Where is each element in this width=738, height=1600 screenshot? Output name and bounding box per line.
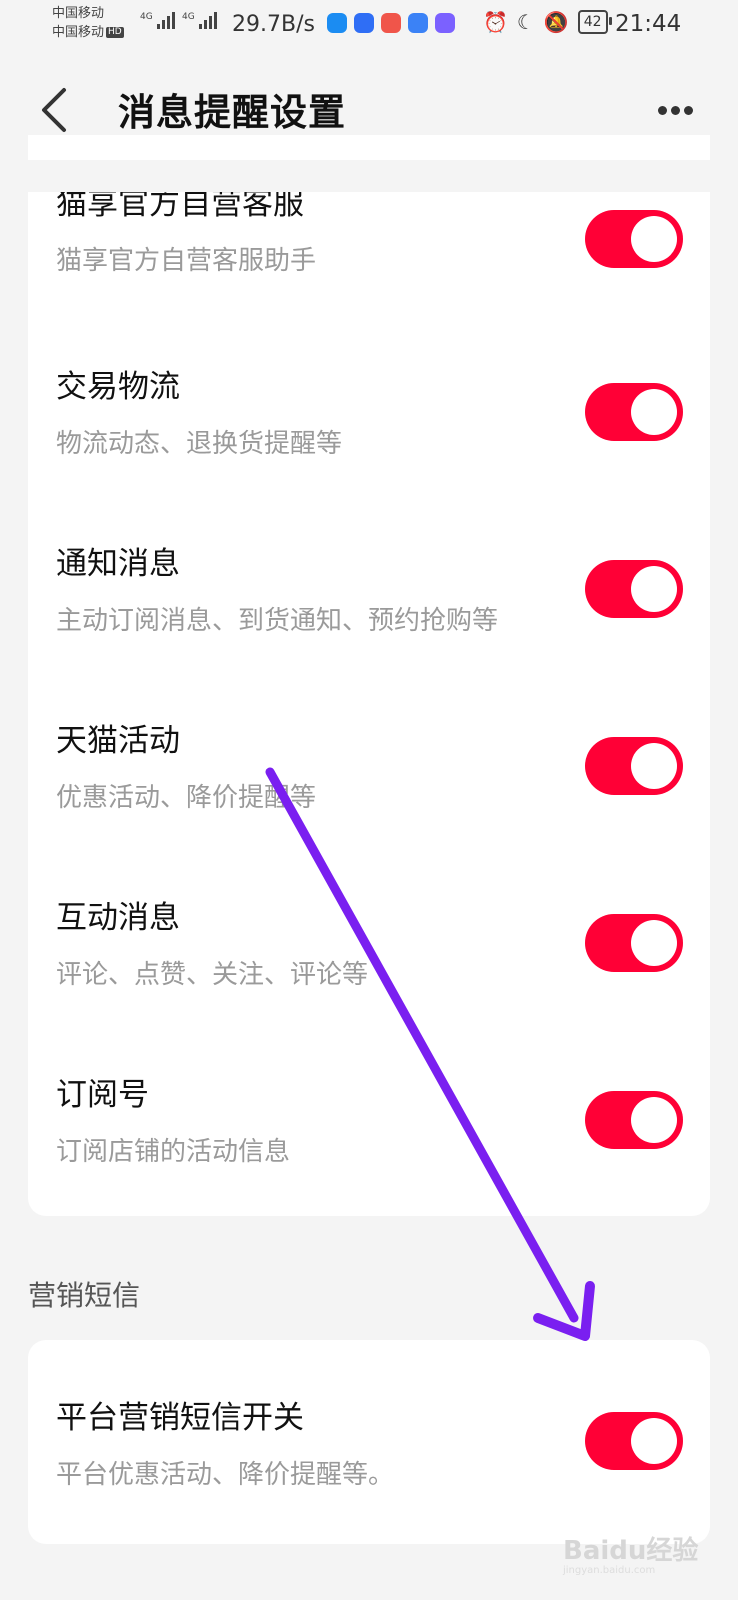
carrier-info: 中国移动 中国移动 HD (52, 4, 124, 42)
notification-app-icons (327, 13, 455, 33)
watermark-text: Baidu经验 (563, 1536, 699, 1566)
app-notification-icon-3 (381, 13, 401, 33)
status-bar: 中国移动 中国移动 HD 4G 4G 29.7B/s ⏰ ☾ 🔕 42 21:44 (0, 0, 738, 52)
setting-row-marketing-sms: 平台营销短信开关 平台优惠活动、降价提醒等。 (28, 1392, 710, 1544)
setting-subtitle: 评论、点赞、关注、评论等 (56, 960, 369, 990)
setting-subtitle: 平台优惠活动、降价提醒等。 (56, 1460, 395, 1490)
network-type-1: 4G (140, 12, 153, 22)
app-notification-icon-4 (408, 13, 428, 33)
toggle-switch-marketing-sms[interactable] (585, 1412, 683, 1470)
setting-title: 互动消息 (56, 900, 180, 936)
carrier-1: 中国移动 (52, 6, 105, 21)
setting-subtitle: 猫享官方自营客服助手 (56, 246, 317, 276)
setting-title: 通知消息 (56, 546, 180, 582)
signal-icon: 4G (140, 12, 175, 29)
toggle-switch-trade-logistics[interactable] (585, 383, 683, 441)
scroll-clip-mask (0, 160, 738, 192)
system-icons: ⏰ ☾ 🔕 42 (483, 10, 612, 34)
setting-row-interaction: 互动消息 评论、点赞、关注、评论等 (28, 892, 710, 1069)
toggle-switch-tmall-activity[interactable] (585, 737, 683, 795)
alarm-icon: ⏰ (483, 10, 508, 34)
setting-title: 交易物流 (56, 369, 180, 405)
battery-level: 42 (583, 14, 602, 30)
setting-title: 天猫活动 (56, 723, 180, 759)
setting-subtitle: 物流动态、退换货提醒等 (56, 429, 343, 459)
setting-row-trade-logistics: 交易物流 物流动态、退换货提醒等 (28, 361, 710, 538)
moon-icon: ☾ (516, 10, 535, 34)
setting-row-subscription: 订阅号 订阅店铺的活动信息 (28, 1069, 710, 1216)
mute-bell-icon: 🔕 (543, 10, 569, 34)
chevron-left-icon (42, 88, 66, 132)
more-dots-icon (657, 105, 667, 115)
page-title: 消息提醒设置 (118, 91, 346, 134)
setting-row-maoxiang-service: 猫享官方自营客服 猫享官方自营客服助手 (28, 184, 710, 361)
network-type-2: 4G (182, 12, 195, 22)
carrier-2: 中国移动 (52, 25, 105, 40)
more-button[interactable] (650, 90, 700, 130)
setting-subtitle: 主动订阅消息、到货通知、预约抢购等 (56, 606, 499, 636)
toggle-switch-maoxiang-service[interactable] (585, 210, 683, 268)
signal-icon-2: 4G (182, 12, 217, 29)
notification-settings-card: 猫享官方自营客服 猫享官方自营客服助手 交易物流 物流动态、退换货提醒等 通知消… (28, 135, 710, 1216)
network-speed: 29.7B/s (232, 12, 315, 37)
hd-badge: HD (106, 27, 124, 38)
toggle-switch-interaction[interactable] (585, 914, 683, 972)
app-notification-icon-2 (354, 13, 374, 33)
back-button[interactable] (28, 78, 80, 142)
setting-row-notifications: 通知消息 主动订阅消息、到货通知、预约抢购等 (28, 538, 710, 715)
battery-icon: 42 (577, 10, 612, 34)
setting-subtitle: 订阅店铺的活动信息 (56, 1137, 291, 1167)
app-notification-icon-1 (327, 13, 347, 33)
setting-title: 订阅号 (56, 1077, 149, 1113)
section-label-marketing-sms: 营销短信 (28, 1279, 141, 1312)
setting-row-tmall-activity: 天猫活动 优惠活动、降价提醒等 (28, 715, 710, 892)
toggle-switch-notifications[interactable] (585, 560, 683, 618)
marketing-sms-card: 平台营销短信开关 平台优惠活动、降价提醒等。 (28, 1340, 710, 1544)
screen: 中国移动 中国移动 HD 4G 4G 29.7B/s ⏰ ☾ 🔕 42 21:44 (0, 0, 738, 1600)
clock: 21:44 (615, 11, 682, 37)
app-notification-icon-5 (435, 13, 455, 33)
watermark-url: jingyan.baidu.com (563, 1565, 656, 1576)
setting-subtitle: 优惠活动、降价提醒等 (56, 783, 317, 813)
toggle-switch-subscription[interactable] (585, 1091, 683, 1149)
baidu-watermark: Baidu经验 jingyan.baidu.com (563, 1530, 698, 1576)
setting-title: 平台营销短信开关 (56, 1400, 304, 1436)
